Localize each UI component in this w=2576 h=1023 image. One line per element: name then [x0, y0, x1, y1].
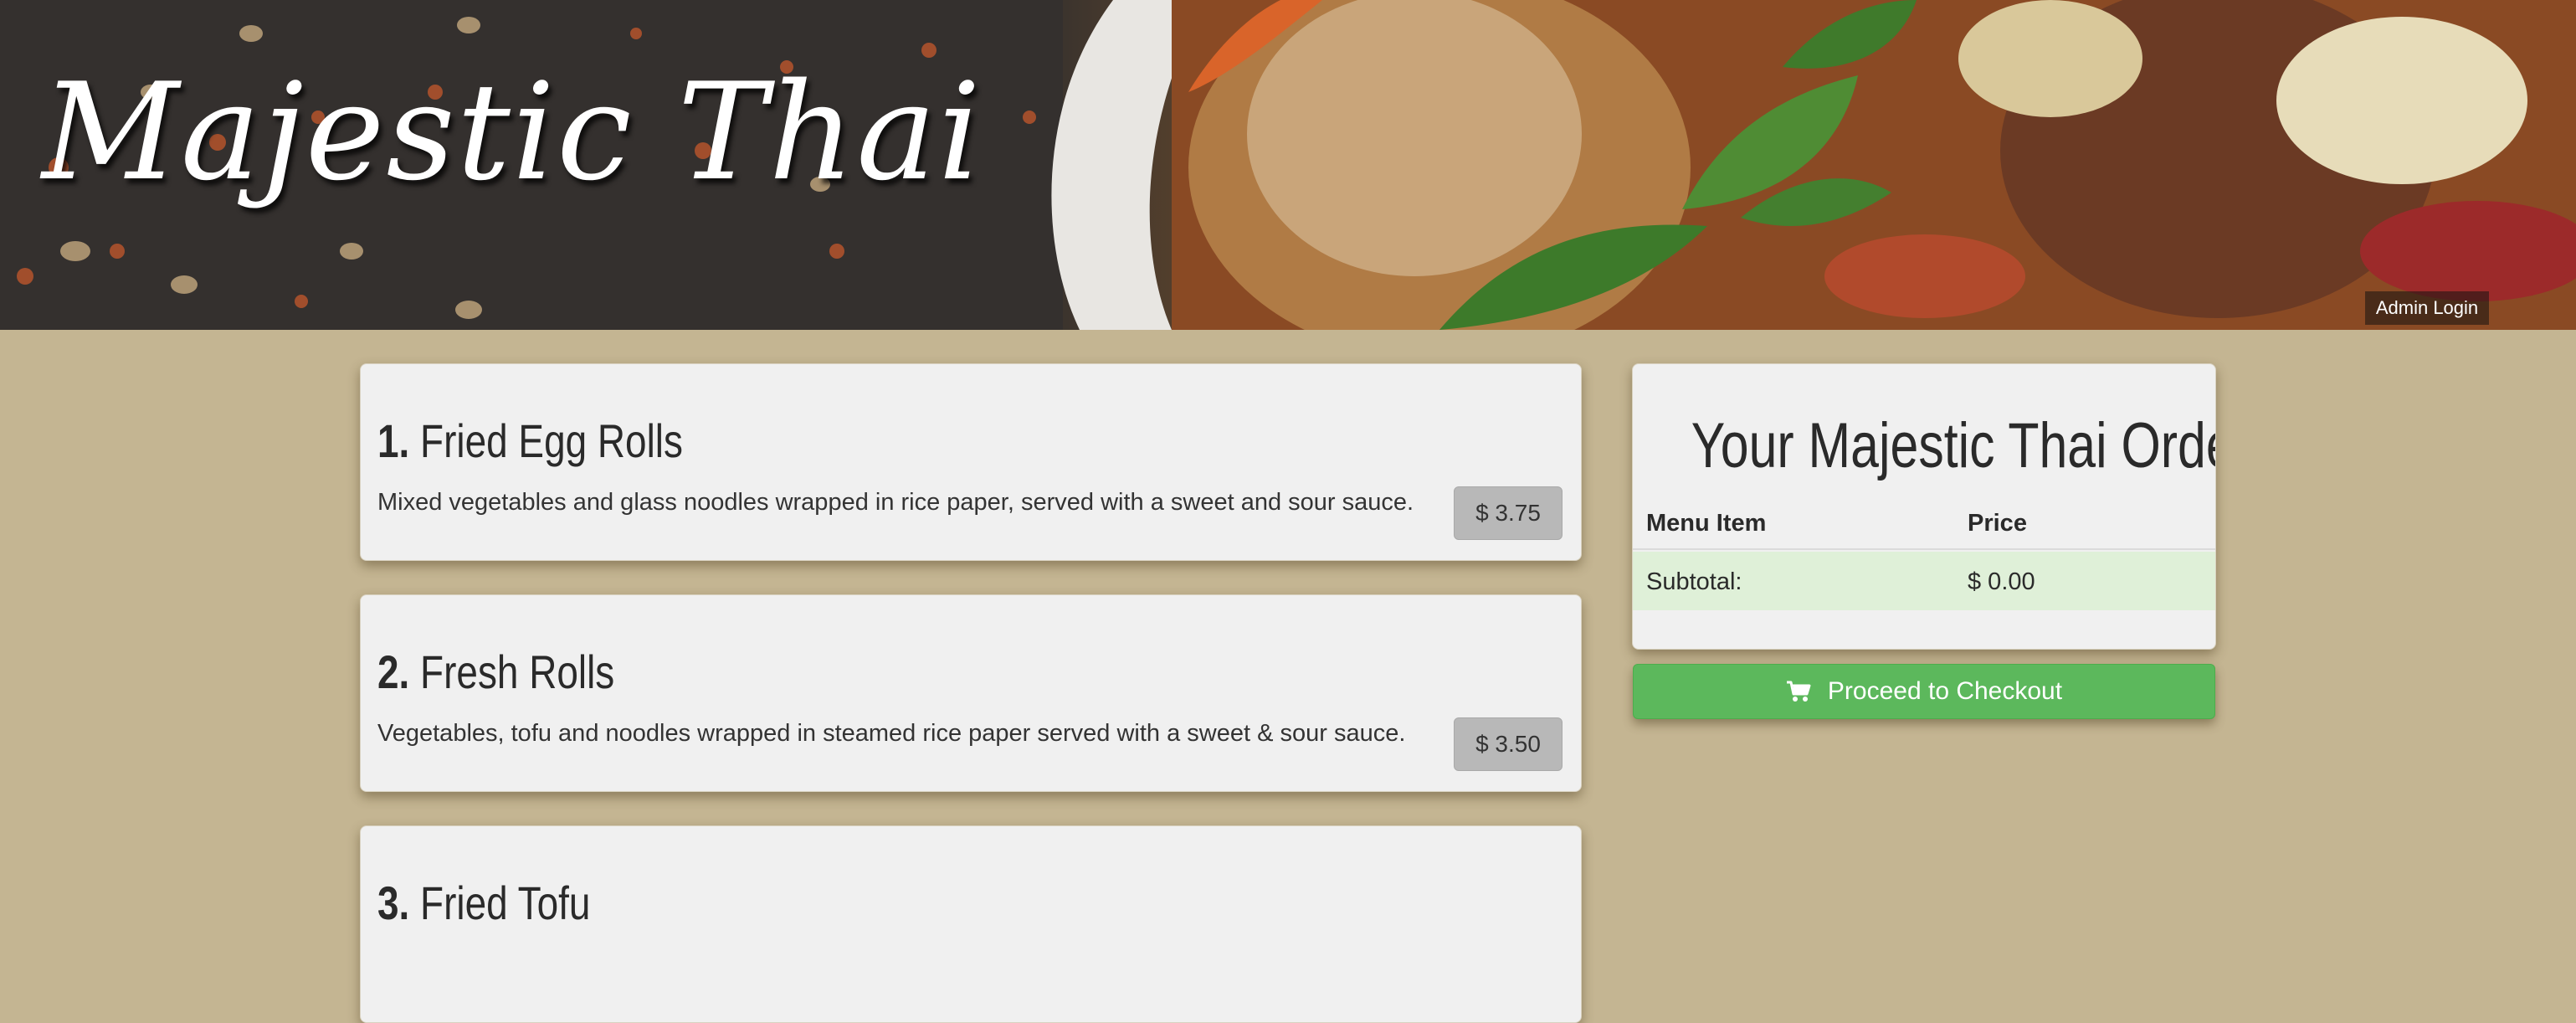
- menu-item-title: 3. Fried Tofu: [377, 880, 590, 927]
- menu-item-card: 1. Fried Egg Rolls Mixed vegetables and …: [360, 363, 1582, 561]
- menu-item-number: 2.: [377, 645, 410, 698]
- add-item-price-button[interactable]: $ 3.75: [1454, 486, 1563, 540]
- column-header-menu-item: Menu Item: [1646, 510, 1767, 537]
- site-title: Majestic Thai: [42, 54, 983, 210]
- subtotal-row: Subtotal: $ 0.00: [1633, 552, 2215, 610]
- order-table-header: Menu Item Price: [1633, 500, 2215, 550]
- order-summary-panel: Your Majestic Thai Order: Menu Item Pric…: [1632, 363, 2216, 650]
- checkout-label: Proceed to Checkout: [1827, 677, 2063, 705]
- add-item-price-button[interactable]: $ 3.50: [1454, 717, 1563, 771]
- menu-item-description: Mixed vegetables and glass noodles wrapp…: [377, 489, 1414, 516]
- admin-login-link[interactable]: Admin Login: [2365, 291, 2489, 325]
- menu-item-name: Fried Tofu: [420, 876, 591, 929]
- menu-item-name: Fresh Rolls: [420, 645, 615, 698]
- subtotal-value: $ 0.00: [1968, 568, 2035, 595]
- proceed-to-checkout-button[interactable]: Proceed to Checkout: [1633, 664, 2215, 719]
- header-banner: Majestic Thai Admin Login: [0, 0, 2576, 330]
- menu-item-name: Fried Egg Rolls: [420, 414, 683, 467]
- subtotal-label: Subtotal:: [1646, 568, 1742, 595]
- menu-item-card: 3. Fried Tofu: [360, 825, 1582, 1023]
- menu-item-number: 1.: [377, 414, 410, 467]
- menu-item-title: 2. Fresh Rolls: [377, 649, 614, 696]
- order-title: Your Majestic Thai Order:: [1691, 410, 2216, 481]
- menu-item-card: 2. Fresh Rolls Vegetables, tofu and nood…: [360, 594, 1582, 792]
- column-header-price: Price: [1968, 510, 2027, 537]
- menu-item-number: 3.: [377, 876, 410, 929]
- shopping-cart-icon: [1786, 681, 1811, 702]
- menu-item-title: 1. Fried Egg Rolls: [377, 418, 683, 465]
- menu-item-description: Vegetables, tofu and noodles wrapped in …: [377, 720, 1406, 747]
